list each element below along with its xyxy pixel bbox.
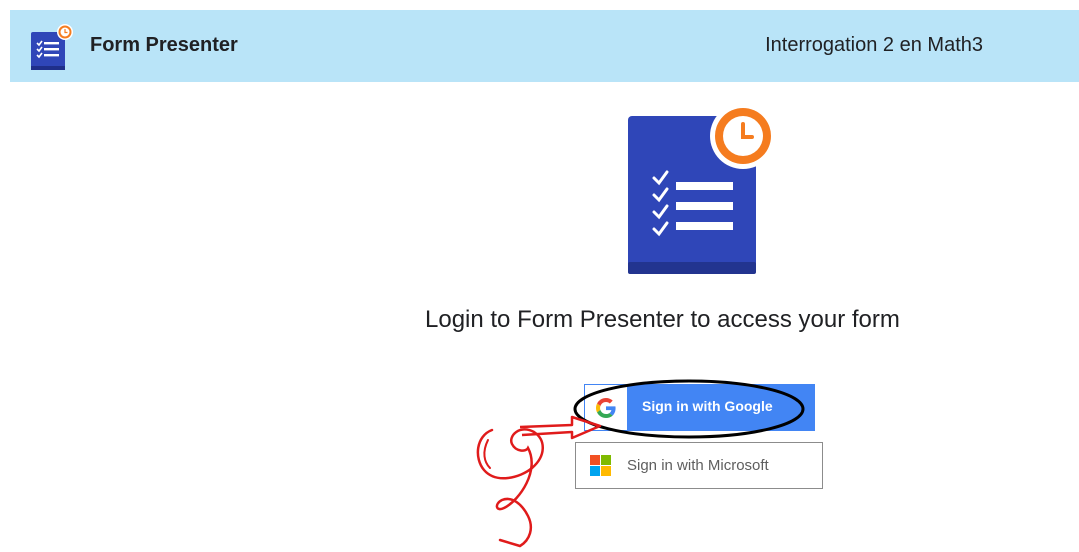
login-heading: Login to Form Presenter to access your f… [425, 306, 900, 333]
form-title: Interrogation 2 en Math3 [765, 34, 983, 56]
annotation-number-2 [476, 428, 544, 548]
app-header: Form Presenter Interrogation 2 en Math3 [10, 10, 1079, 82]
form-presenter-logo-icon [628, 103, 776, 274]
hand-drawn-annotation [476, 379, 805, 548]
google-signin-label: Sign in with Google [642, 398, 773, 414]
microsoft-signin-label: Sign in with Microsoft [627, 457, 769, 474]
google-g-icon [596, 397, 616, 418]
google-signin-button[interactable]: Sign in with Google [584, 384, 815, 431]
annotation-number-2-outline [483, 439, 491, 469]
microsoft-logo-icon [590, 455, 611, 476]
form-presenter-icon[interactable] [31, 24, 75, 70]
microsoft-signin-button[interactable]: Sign in with Microsoft [575, 442, 823, 489]
app-title: Form Presenter [90, 34, 238, 56]
google-icon-container [585, 385, 627, 430]
